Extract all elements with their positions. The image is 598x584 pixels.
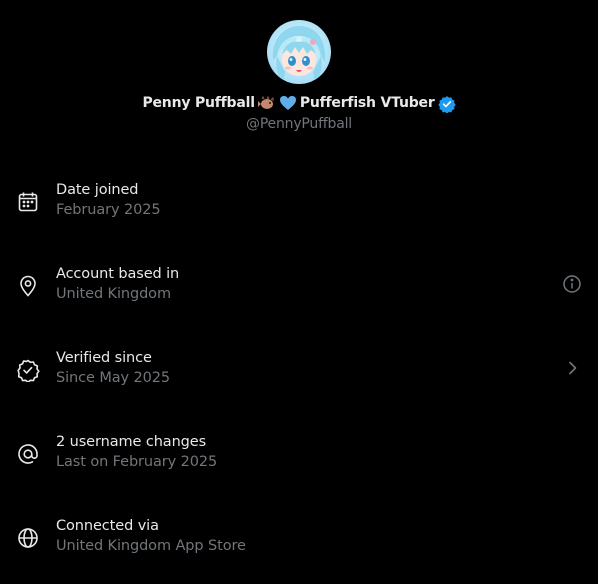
at-sign-icon — [16, 442, 40, 466]
pufferfish-icon — [257, 95, 276, 111]
row-title: 2 username changes — [56, 434, 207, 450]
row-connected-via: Connected via United Kingdom App Store — [0, 500, 598, 584]
row-title: Verified since — [56, 350, 152, 366]
globe-icon — [16, 526, 40, 550]
username-handle: @PennyPuffball — [246, 116, 352, 132]
row-account-based-in: Account based in United Kingdom — [0, 248, 598, 332]
info-icon[interactable] — [562, 274, 582, 294]
blue-heart-icon — [279, 95, 297, 111]
row-subtitle: United Kingdom — [56, 286, 171, 302]
row-verified-since[interactable]: Verified since Since May 2025 — [0, 332, 598, 416]
location-pin-icon — [16, 274, 40, 298]
row-title: Connected via — [56, 518, 159, 534]
row-subtitle: Since May 2025 — [56, 370, 171, 386]
chevron-right-icon[interactable] — [562, 358, 582, 378]
row-subtitle: United Kingdom App Store — [56, 538, 246, 554]
display-name-part-2: Pufferfish VTuber — [299, 95, 435, 111]
avatar[interactable] — [267, 20, 331, 84]
verified-badge-icon[interactable] — [437, 95, 456, 114]
row-subtitle: February 2025 — [56, 202, 161, 218]
row-title: Account based in — [56, 266, 180, 282]
calendar-icon — [16, 190, 40, 214]
row-subtitle: Last on February 2025 — [56, 454, 218, 470]
row-username-changes: 2 username changes Last on February 2025 — [0, 416, 598, 500]
display-name-part-1: Penny Puffball — [142, 95, 255, 111]
display-name-row: Penny Puffball Pufferfish VTuber — [0, 92, 598, 114]
profile-header: Penny Puffball Pufferfish VTuber @PennyP… — [0, 0, 598, 150]
row-date-joined: Date joined February 2025 — [0, 164, 598, 248]
row-title: Date joined — [56, 182, 139, 198]
verified-check-icon — [16, 358, 40, 383]
